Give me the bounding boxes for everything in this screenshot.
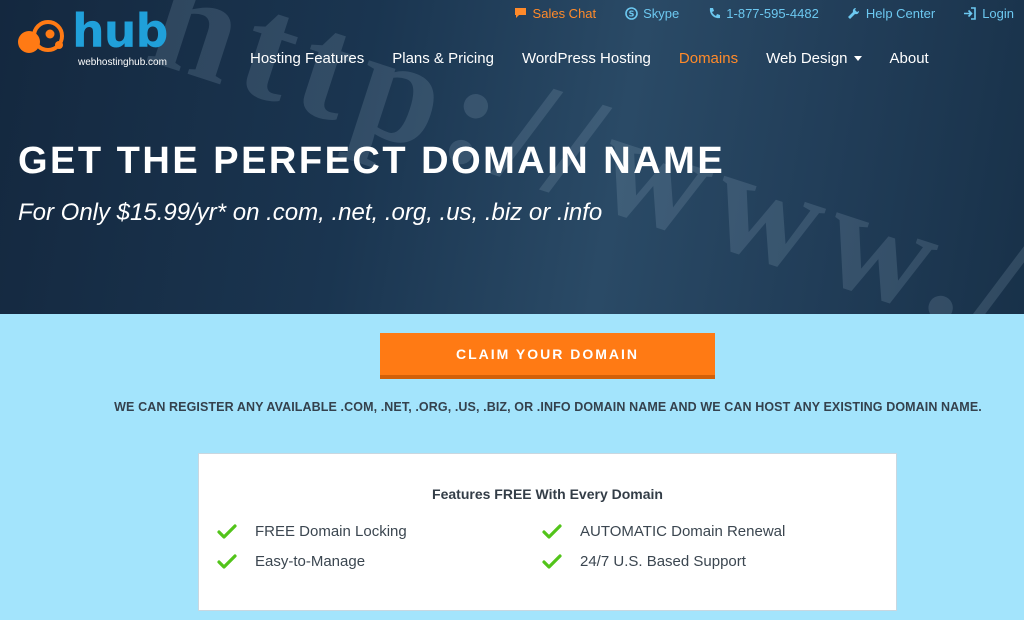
phone-label: 1-877-595-4482 xyxy=(726,5,819,21)
feature-item: 24/7 U.S. Based Support xyxy=(542,553,746,570)
logo-domain-text: webhostinghub.com xyxy=(78,57,167,68)
feature-label: Easy-to-Manage xyxy=(255,553,366,570)
checkmark-icon xyxy=(542,553,562,569)
claim-domain-button[interactable]: CLAIM YOUR DOMAIN xyxy=(380,333,715,379)
help-center-link[interactable]: Help Center xyxy=(847,5,935,21)
feature-label: AUTOMATIC Domain Renewal xyxy=(580,523,786,540)
page-headline: GET THE PERFECT DOMAIN NAME xyxy=(18,140,726,182)
nav-wordpress-hosting[interactable]: WordPress Hosting xyxy=(522,50,651,67)
nav-domains[interactable]: Domains xyxy=(679,50,738,67)
nav-hosting-features[interactable]: Hosting Features xyxy=(250,50,364,67)
features-card: Features FREE With Every Domain FREE Dom… xyxy=(198,453,897,611)
checkmark-icon xyxy=(217,553,237,569)
feature-item: Easy-to-Manage xyxy=(217,553,365,570)
help-center-label: Help Center xyxy=(865,5,936,21)
nav-web-design-label: Web Design xyxy=(766,50,848,67)
feature-label: 24/7 U.S. Based Support xyxy=(580,553,746,570)
login-icon xyxy=(963,6,977,20)
checkmark-icon xyxy=(542,523,562,539)
chat-bubble-icon xyxy=(514,6,528,20)
nav-plans-pricing[interactable]: Plans & Pricing xyxy=(392,50,494,67)
logo-wordmark: hub xyxy=(72,4,168,58)
phone-icon xyxy=(707,6,721,20)
login-link[interactable]: Login xyxy=(963,5,1014,21)
caret-down-icon xyxy=(853,56,862,61)
svg-text:S: S xyxy=(628,9,634,18)
skype-link[interactable]: S Skype xyxy=(624,5,679,21)
sales-chat-link[interactable]: Sales Chat xyxy=(514,5,597,21)
phone-link[interactable]: 1-877-595-4482 xyxy=(707,5,819,21)
logo-mark-icon xyxy=(18,20,64,53)
nav-web-design[interactable]: Web Design xyxy=(766,50,862,67)
price-subheadline: For Only $15.99/yr* on .com, .net, .org,… xyxy=(18,199,603,226)
utility-bar: Sales Chat S Skype 1-877-595-4482 Help C… xyxy=(486,5,1014,21)
skype-icon: S xyxy=(624,6,638,20)
wrench-icon xyxy=(847,6,861,20)
features-title: Features FREE With Every Domain xyxy=(432,486,663,502)
hero-banner: http://www./ hub webhostinghub.com Sales… xyxy=(0,0,1024,314)
sales-chat-label: Sales Chat xyxy=(532,5,597,21)
feature-item: AUTOMATIC Domain Renewal xyxy=(542,523,785,540)
main-navigation: Hosting Features Plans & Pricing WordPre… xyxy=(250,50,957,67)
login-label: Login xyxy=(982,5,1014,21)
feature-item: FREE Domain Locking xyxy=(217,523,407,540)
checkmark-icon xyxy=(217,523,237,539)
site-logo[interactable]: hub webhostinghub.com xyxy=(16,4,171,70)
skype-label: Skype xyxy=(643,5,680,21)
nav-about[interactable]: About xyxy=(890,50,929,67)
register-note: WE CAN REGISTER ANY AVAILABLE .COM, .NET… xyxy=(114,400,982,414)
feature-label: FREE Domain Locking xyxy=(255,523,407,540)
